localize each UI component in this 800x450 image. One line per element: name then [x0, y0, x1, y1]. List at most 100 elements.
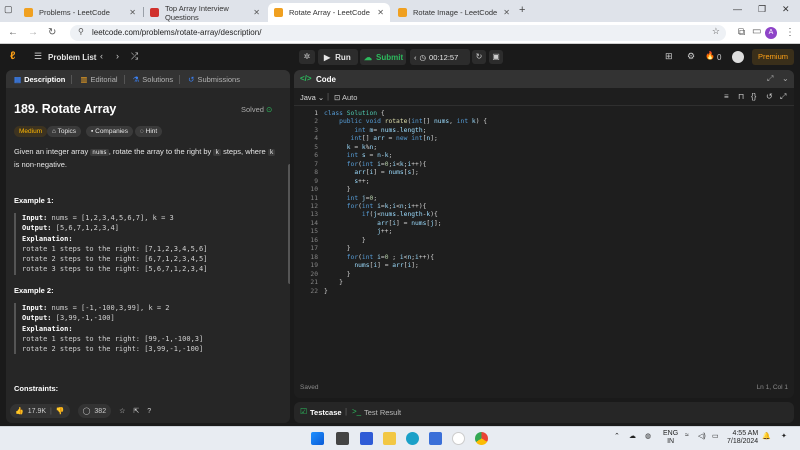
edge-browser-icon[interactable] [406, 432, 419, 445]
extensions-icon[interactable]: ⧉ [738, 27, 745, 38]
cloud-icon[interactable]: ☁ [629, 432, 636, 440]
tab-testcase[interactable]: Testcase [310, 408, 342, 417]
wifi-icon[interactable]: ≈ [685, 432, 689, 439]
code-content[interactable]: class Solution { public void rotate(int[… [324, 110, 487, 296]
tab-submissions[interactable]: ↺ Submissions [188, 75, 240, 84]
comment-count: 382 [94, 407, 107, 415]
close-tab-icon[interactable]: ✕ [129, 8, 136, 17]
split-view-icon[interactable]: ▭ [752, 26, 761, 37]
reset-code-icon[interactable]: ↺ [766, 92, 773, 101]
taskbar-app-icon[interactable] [452, 432, 465, 445]
topics-chip[interactable]: ⌂ Topics [47, 126, 82, 137]
description-scrollbar[interactable] [288, 164, 290, 284]
desc-text: steps, where [221, 147, 268, 156]
share-icon[interactable]: ⇱ [133, 407, 139, 415]
lang-label: ENG [663, 430, 679, 437]
input-language[interactable]: ENG IN [663, 430, 678, 446]
collapse-chevron-icon[interactable]: ⌄ [782, 74, 789, 83]
task-view-icon[interactable] [336, 432, 349, 445]
streak-fire-icon[interactable]: 🔥 [705, 51, 715, 60]
close-tab-icon[interactable]: ✕ [253, 8, 260, 17]
maximize-icon[interactable]: ❐ [758, 4, 766, 15]
browser-tab-problems[interactable]: Problems - LeetCode ✕ [18, 3, 142, 22]
minimize-icon[interactable]: — [733, 4, 742, 14]
back-arrow-icon[interactable]: ← [8, 27, 18, 38]
bookmark-star-icon[interactable]: ☆ [712, 26, 720, 37]
problem-list-link[interactable]: Problem List [48, 53, 96, 62]
help-icon[interactable]: ? [147, 408, 151, 415]
copilot-icon[interactable]: ✦ [781, 432, 787, 440]
premium-button[interactable]: Premium [752, 49, 794, 65]
format-icon[interactable]: ≡ [724, 92, 729, 101]
play-icon: ▶ [324, 52, 331, 62]
browser-tab-rotate-array[interactable]: Rotate Array - LeetCode ✕ [268, 3, 390, 22]
close-tab-icon[interactable]: ✕ [377, 8, 384, 17]
taskbar-app-icon[interactable] [360, 432, 373, 445]
like-dislike-pill[interactable]: 👍 17.9K | 👎 [10, 404, 70, 418]
fullscreen-icon[interactable]: ⤢ [780, 92, 786, 102]
favorite-star-icon[interactable]: ☆ [119, 407, 125, 415]
clock[interactable]: 4:55 AM 7/18/2024 [727, 430, 758, 446]
tray-app-icon[interactable]: ◍ [645, 432, 651, 440]
timer-widget[interactable]: ‹ ◷ 00:12:57 [410, 49, 470, 65]
close-window-icon[interactable]: ✕ [782, 4, 790, 15]
windows-start-icon[interactable] [311, 432, 324, 445]
prev-problem-icon[interactable]: ‹ [100, 51, 103, 61]
url-bar[interactable]: ⚲ leetcode.com/problems/rotate-array/des… [70, 25, 726, 41]
braces-icon[interactable]: {} [751, 92, 756, 101]
expand-icon[interactable]: ⤢ [767, 74, 773, 84]
browser-menu-icon[interactable]: ⋮ [785, 27, 795, 38]
url-text[interactable]: leetcode.com/problems/rotate-array/descr… [92, 28, 261, 37]
example-explanation-line: Explanation: [22, 234, 280, 244]
editorial-book-icon: ▥ [80, 74, 88, 84]
line-number: 14 [310, 219, 318, 227]
chevron-up-icon[interactable]: ⌃ [614, 432, 620, 440]
hint-chip[interactable]: ◌ Hint [135, 126, 163, 137]
companies-chip[interactable]: ▪ Companies [86, 126, 134, 137]
browser-tab-top-array[interactable]: Top Array Interview Questions ✕ [144, 3, 266, 22]
line-number: 9 [314, 177, 318, 185]
tab-editorial[interactable]: ▥ Editorial [80, 75, 117, 84]
run-button[interactable]: ▶ Run [318, 49, 358, 65]
settings-gear-icon[interactable]: ⚙ [687, 51, 695, 62]
comments-pill[interactable]: ◯ 382 [77, 404, 112, 418]
chrome-browser-icon[interactable] [475, 432, 488, 445]
new-tab-icon[interactable]: + [519, 4, 525, 16]
forward-arrow-icon[interactable]: → [28, 27, 38, 38]
tab-solutions[interactable]: ⚗ Solutions [133, 75, 174, 84]
auto-mode-toggle[interactable]: ⊡ Auto [334, 93, 357, 102]
thumbs-up-icon[interactable]: 👍 [15, 407, 24, 415]
next-problem-icon[interactable]: › [116, 51, 119, 61]
submit-button[interactable]: ☁ Submit [360, 49, 406, 65]
notification-bell-icon[interactable]: 🔔 [762, 432, 771, 440]
thumbs-down-icon[interactable]: 👎 [56, 407, 65, 415]
tab-divider [123, 74, 125, 84]
cloud-upload-icon: ☁ [364, 52, 372, 62]
profile-avatar[interactable]: A [765, 27, 777, 39]
desc-code: nums [90, 149, 109, 156]
tab-test-result[interactable]: Test Result [364, 408, 401, 417]
user-avatar[interactable] [732, 51, 744, 63]
notes-icon[interactable]: ▣ [489, 50, 503, 64]
tab-label: Solutions [142, 74, 174, 84]
debug-icon[interactable]: ✲ [299, 50, 315, 64]
browser-tab-rotate-image[interactable]: Rotate Image - LeetCode ✕ [392, 3, 516, 22]
layout-grid-icon[interactable]: ⊞ [665, 51, 673, 62]
check-circle-icon: ⊙ [266, 105, 273, 114]
file-explorer-icon[interactable] [383, 432, 396, 445]
output-value: [5,6,7,1,2,3,4] [55, 224, 119, 233]
site-info-icon[interactable]: ⚲ [78, 27, 84, 36]
leetcode-logo-icon[interactable]: ℓ [10, 50, 15, 62]
battery-icon[interactable]: ▭ [712, 432, 719, 440]
tab-search-icon[interactable]: ▢ [4, 4, 13, 15]
tab-description[interactable]: ▤ Description [14, 75, 65, 84]
explanation-step: rotate 3 steps to the right: [5,6,7,1,2,… [22, 265, 208, 274]
microsoft-store-icon[interactable] [429, 432, 442, 445]
volume-icon[interactable]: ◁) [698, 432, 706, 440]
close-tab-icon[interactable]: ✕ [503, 8, 510, 17]
language-select[interactable]: Java ⌄ [300, 93, 324, 102]
reset-timer-icon[interactable]: ↻ [472, 50, 486, 64]
bookmark-icon[interactable]: ⊓ [738, 92, 744, 101]
reload-icon[interactable]: ↻ [48, 27, 56, 38]
shuffle-icon[interactable]: ⤮ [131, 51, 138, 62]
